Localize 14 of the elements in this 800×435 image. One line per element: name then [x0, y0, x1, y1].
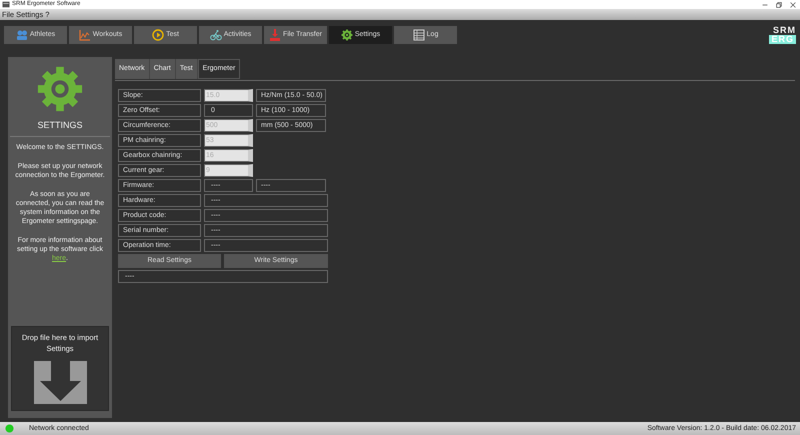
app-logo: SRM ERG	[769, 26, 796, 44]
download-icon	[269, 29, 282, 41]
close-icon	[790, 2, 796, 8]
app-icon	[2, 1, 10, 8]
chart-icon	[78, 29, 91, 41]
restore-icon	[776, 2, 782, 8]
gear-icon	[340, 29, 353, 41]
play-icon	[152, 29, 164, 41]
panel-heading: SETTINGS	[10, 119, 110, 136]
gear-icon	[36, 65, 84, 113]
people-icon	[16, 29, 28, 41]
bicycle-icon	[210, 29, 222, 41]
table-icon	[412, 29, 425, 41]
minimize-icon	[762, 2, 768, 8]
